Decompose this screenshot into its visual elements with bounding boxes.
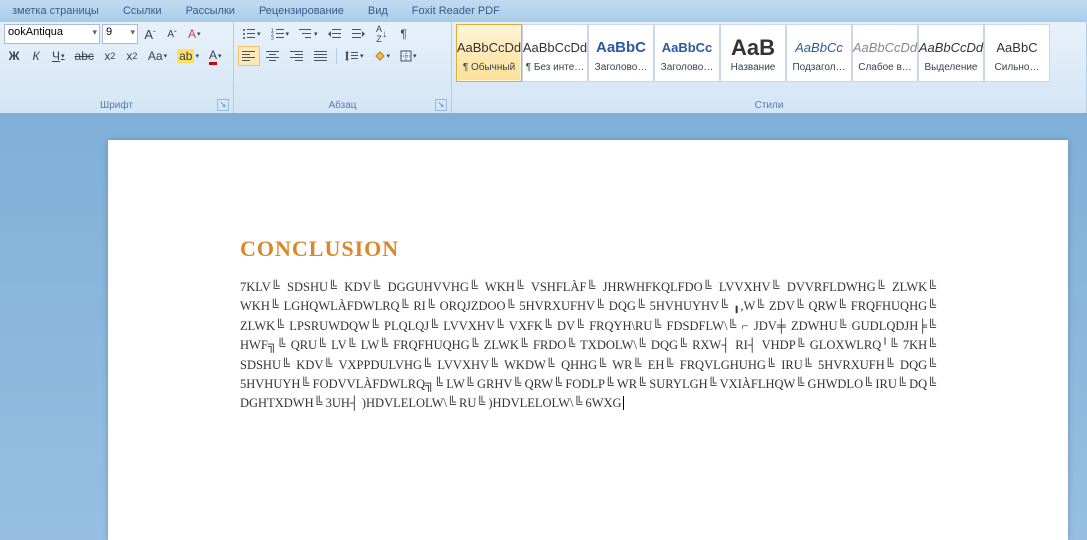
tab-references[interactable]: Ссылки: [111, 2, 174, 20]
show-marks-button[interactable]: ¶: [394, 24, 414, 44]
style-preview: AaBbC: [996, 34, 1037, 62]
text-cursor: [623, 396, 624, 410]
change-case-button[interactable]: Aa: [144, 46, 171, 66]
paragraph-group: 123 AZ↓ ¶ Абзац ↘: [234, 22, 452, 113]
document-heading: CONCLUSION: [240, 236, 936, 262]
style-item-2[interactable]: AaBbCЗаголово…: [588, 24, 654, 82]
style-item-5[interactable]: AaBbCcПодзагол…: [786, 24, 852, 82]
increase-indent-button[interactable]: [348, 24, 370, 44]
ribbon-tabs: зметка страницы Ссылки Рассылки Рецензир…: [0, 0, 1087, 22]
borders-button[interactable]: [396, 46, 421, 66]
bullets-button[interactable]: [238, 24, 265, 44]
clear-formatting-button[interactable]: A: [184, 24, 205, 44]
strikethrough-button[interactable]: abc: [71, 46, 98, 66]
grow-font-button[interactable]: Aˆ: [140, 24, 160, 44]
font-color-button[interactable]: A: [205, 46, 226, 66]
style-name-label: Название: [721, 62, 785, 73]
svg-text:3: 3: [271, 36, 274, 40]
style-preview: AaBbCcDd: [919, 34, 983, 62]
style-preview: AaBbC: [596, 34, 646, 62]
line-spacing-button[interactable]: [341, 46, 368, 66]
paragraph-dialog-launcher[interactable]: ↘: [435, 99, 447, 111]
style-preview: AaBbCcDd: [853, 34, 917, 62]
document-body: 7KLV╚ SDSHU╚ KDV╚ DGGUHVVHG╚ WKH╚ VSHFLÀ…: [240, 278, 936, 414]
justify-button[interactable]: [310, 46, 332, 66]
underline-button[interactable]: Ч: [48, 46, 69, 66]
paragraph-group-label: Абзац ↘: [238, 98, 447, 113]
bold-button[interactable]: Ж: [4, 46, 24, 66]
font-group-label: Шрифт ↘: [4, 98, 229, 113]
multilevel-button[interactable]: [295, 24, 322, 44]
shading-button[interactable]: [370, 46, 395, 66]
tab-view[interactable]: Вид: [356, 2, 400, 20]
font-group: ookAntiqua 9 Aˆ Aˇ A Ж К Ч abc x2 x2 Aa …: [0, 22, 234, 113]
align-right-button[interactable]: [286, 46, 308, 66]
style-item-7[interactable]: AaBbCcDdВыделение: [918, 24, 984, 82]
tab-mailings[interactable]: Рассылки: [174, 2, 247, 20]
decrease-indent-button[interactable]: [324, 24, 346, 44]
shrink-font-button[interactable]: Aˇ: [162, 24, 182, 44]
style-preview: AaBbCcDd: [523, 34, 587, 62]
superscript-button[interactable]: x2: [122, 46, 142, 66]
style-item-3[interactable]: AaBbCcЗаголово…: [654, 24, 720, 82]
style-name-label: Заголово…: [589, 62, 653, 73]
font-name-combo[interactable]: ookAntiqua: [4, 24, 100, 44]
style-preview: AaBbCc: [795, 34, 843, 62]
styles-gallery: AaBbCcDd¶ ОбычныйAaBbCcDd¶ Без инте…AaBb…: [456, 24, 1082, 82]
font-dialog-launcher[interactable]: ↘: [217, 99, 229, 111]
style-item-6[interactable]: AaBbCcDdСлабое в…: [852, 24, 918, 82]
numbering-button[interactable]: 123: [267, 24, 294, 44]
workspace: CONCLUSION 7KLV╚ SDSHU╚ KDV╚ DGGUHVVHG╚ …: [0, 114, 1087, 540]
italic-button[interactable]: К: [26, 46, 46, 66]
highlight-button[interactable]: ab: [173, 46, 203, 66]
style-item-8[interactable]: AaBbCСильно…: [984, 24, 1050, 82]
styles-group: AaBbCcDd¶ ОбычныйAaBbCcDd¶ Без инте…AaBb…: [452, 22, 1087, 113]
sort-button[interactable]: AZ↓: [372, 24, 392, 44]
style-name-label: Заголово…: [655, 62, 719, 73]
style-item-0[interactable]: AaBbCcDd¶ Обычный: [456, 24, 522, 82]
document-page[interactable]: CONCLUSION 7KLV╚ SDSHU╚ KDV╚ DGGUHVVHG╚ …: [108, 140, 1068, 540]
subscript-button[interactable]: x2: [100, 46, 120, 66]
style-item-1[interactable]: AaBbCcDd¶ Без инте…: [522, 24, 588, 82]
style-preview: AaBbCc: [662, 34, 713, 62]
font-size-combo[interactable]: 9: [102, 24, 138, 44]
style-preview: AaBbCcDd: [457, 34, 521, 62]
style-name-label: Выделение: [919, 62, 983, 73]
style-name-label: Сильно…: [985, 62, 1049, 73]
style-name-label: Слабое в…: [853, 62, 917, 73]
ribbon: ookAntiqua 9 Aˆ Aˇ A Ж К Ч abc x2 x2 Aa …: [0, 22, 1087, 114]
style-name-label: ¶ Обычный: [457, 62, 521, 73]
style-name-label: ¶ Без инте…: [523, 62, 587, 73]
tab-page-layout[interactable]: зметка страницы: [0, 2, 111, 20]
style-preview: AaB: [731, 34, 775, 62]
tab-foxit[interactable]: Foxit Reader PDF: [400, 2, 512, 20]
styles-group-label: Стили: [456, 98, 1082, 113]
style-name-label: Подзагол…: [787, 62, 851, 73]
align-center-button[interactable]: [262, 46, 284, 66]
tab-review[interactable]: Рецензирование: [247, 2, 356, 20]
align-left-button[interactable]: [238, 46, 260, 66]
style-item-4[interactable]: AaBНазвание: [720, 24, 786, 82]
